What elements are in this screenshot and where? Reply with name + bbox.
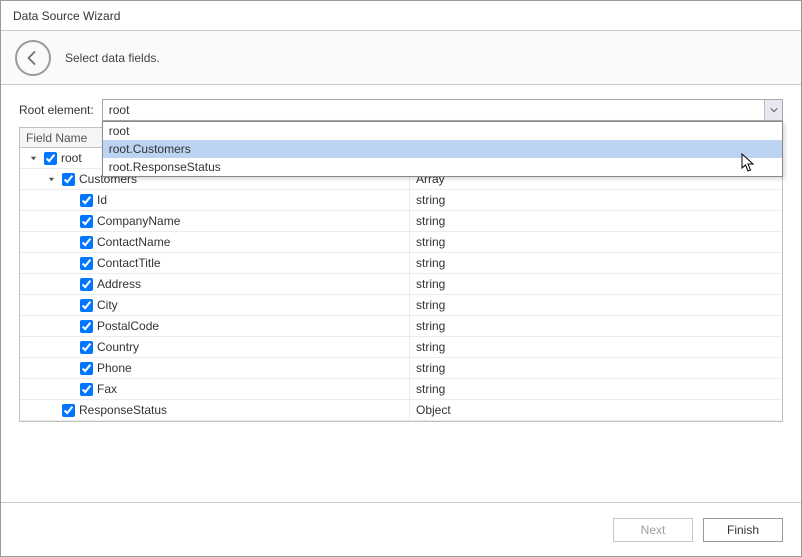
field-checkbox[interactable] bbox=[80, 362, 93, 375]
field-type-cell: string bbox=[410, 190, 782, 210]
expander-none bbox=[62, 235, 76, 249]
window-title: Data Source Wizard bbox=[13, 9, 120, 23]
root-element-value: root bbox=[103, 100, 764, 120]
expander-none bbox=[62, 319, 76, 333]
dropdown-option[interactable]: root.Customers bbox=[103, 140, 782, 158]
table-row[interactable]: PostalCode string bbox=[20, 316, 782, 337]
table-row[interactable]: City string bbox=[20, 295, 782, 316]
field-checkbox[interactable] bbox=[80, 278, 93, 291]
content-area: Root element: root rootroot.Customersroo… bbox=[1, 85, 801, 502]
finish-button[interactable]: Finish bbox=[703, 518, 783, 542]
field-type-cell: string bbox=[410, 358, 782, 378]
root-element-label: Root element: bbox=[19, 103, 94, 117]
field-name: ResponseStatus bbox=[79, 403, 167, 417]
table-row[interactable]: CompanyName string bbox=[20, 211, 782, 232]
field-name: CompanyName bbox=[97, 214, 180, 228]
field-name: ContactName bbox=[97, 235, 170, 249]
field-checkbox[interactable] bbox=[62, 404, 75, 417]
table-row[interactable]: Id string bbox=[20, 190, 782, 211]
field-type-cell: string bbox=[410, 295, 782, 315]
field-checkbox[interactable] bbox=[80, 236, 93, 249]
field-checkbox[interactable] bbox=[80, 341, 93, 354]
field-checkbox[interactable] bbox=[80, 299, 93, 312]
field-type-cell: string bbox=[410, 253, 782, 273]
table-row[interactable]: ContactTitle string bbox=[20, 253, 782, 274]
field-checkbox[interactable] bbox=[80, 194, 93, 207]
field-name-cell: Address bbox=[20, 274, 410, 294]
root-element-row: Root element: root rootroot.Customersroo… bbox=[19, 99, 783, 121]
field-name: Fax bbox=[97, 382, 117, 396]
field-checkbox[interactable] bbox=[62, 173, 75, 186]
field-type-cell: string bbox=[410, 211, 782, 231]
expander-open-icon[interactable] bbox=[44, 172, 58, 186]
field-checkbox[interactable] bbox=[80, 215, 93, 228]
field-name-cell: City bbox=[20, 295, 410, 315]
field-name: Address bbox=[97, 277, 141, 291]
subheader: Select data fields. bbox=[1, 31, 801, 85]
dropdown-option[interactable]: root.ResponseStatus bbox=[103, 158, 782, 176]
expander-open-icon[interactable] bbox=[26, 151, 40, 165]
expander-none bbox=[62, 256, 76, 270]
table-row[interactable]: ContactName string bbox=[20, 232, 782, 253]
chevron-down-icon[interactable] bbox=[764, 100, 782, 120]
field-name-cell: Country bbox=[20, 337, 410, 357]
expander-none bbox=[62, 361, 76, 375]
field-name-cell: Id bbox=[20, 190, 410, 210]
field-name: root bbox=[61, 151, 82, 165]
page-subtitle: Select data fields. bbox=[65, 51, 160, 65]
field-checkbox[interactable] bbox=[80, 257, 93, 270]
field-name: PostalCode bbox=[97, 319, 159, 333]
titlebar: Data Source Wizard bbox=[1, 1, 801, 31]
field-name: ContactTitle bbox=[97, 256, 161, 270]
field-name: Phone bbox=[97, 361, 132, 375]
field-name-cell: CompanyName bbox=[20, 211, 410, 231]
expander-none bbox=[62, 340, 76, 354]
field-name-cell: ContactName bbox=[20, 232, 410, 252]
field-checkbox[interactable] bbox=[80, 383, 93, 396]
expander-none bbox=[62, 193, 76, 207]
dropdown-option[interactable]: root bbox=[103, 122, 782, 140]
field-type-cell: string bbox=[410, 274, 782, 294]
field-name: Id bbox=[97, 193, 107, 207]
field-name-cell: ResponseStatus bbox=[20, 400, 410, 420]
field-name-cell: PostalCode bbox=[20, 316, 410, 336]
field-checkbox[interactable] bbox=[44, 152, 57, 165]
expander-none bbox=[62, 298, 76, 312]
grid-body: rootCustomersArrayIdstringCompanyNamestr… bbox=[20, 148, 782, 421]
field-name: City bbox=[97, 298, 118, 312]
root-element-combo[interactable]: root rootroot.Customersroot.ResponseStat… bbox=[102, 99, 783, 121]
next-button: Next bbox=[613, 518, 693, 542]
table-row[interactable]: Address string bbox=[20, 274, 782, 295]
field-type-cell: string bbox=[410, 232, 782, 252]
close-icon[interactable] bbox=[779, 6, 791, 26]
field-type-cell: string bbox=[410, 379, 782, 399]
field-type-cell: Object bbox=[410, 400, 782, 420]
expander-none bbox=[62, 277, 76, 291]
field-name-cell: Phone bbox=[20, 358, 410, 378]
footer: Next Finish bbox=[1, 502, 801, 556]
table-row[interactable]: Phone string bbox=[20, 358, 782, 379]
field-name: Country bbox=[97, 340, 139, 354]
root-element-dropdown[interactable]: rootroot.Customersroot.ResponseStatus bbox=[102, 121, 783, 177]
expander-none bbox=[44, 403, 58, 417]
field-type-cell: string bbox=[410, 337, 782, 357]
table-row[interactable]: ResponseStatus Object bbox=[20, 400, 782, 421]
field-name-cell: Fax bbox=[20, 379, 410, 399]
field-name-cell: ContactTitle bbox=[20, 253, 410, 273]
table-row[interactable]: Country string bbox=[20, 337, 782, 358]
field-type-cell: string bbox=[410, 316, 782, 336]
back-button[interactable] bbox=[15, 40, 51, 76]
field-checkbox[interactable] bbox=[80, 320, 93, 333]
expander-none bbox=[62, 214, 76, 228]
table-row[interactable]: Fax string bbox=[20, 379, 782, 400]
expander-none bbox=[62, 382, 76, 396]
